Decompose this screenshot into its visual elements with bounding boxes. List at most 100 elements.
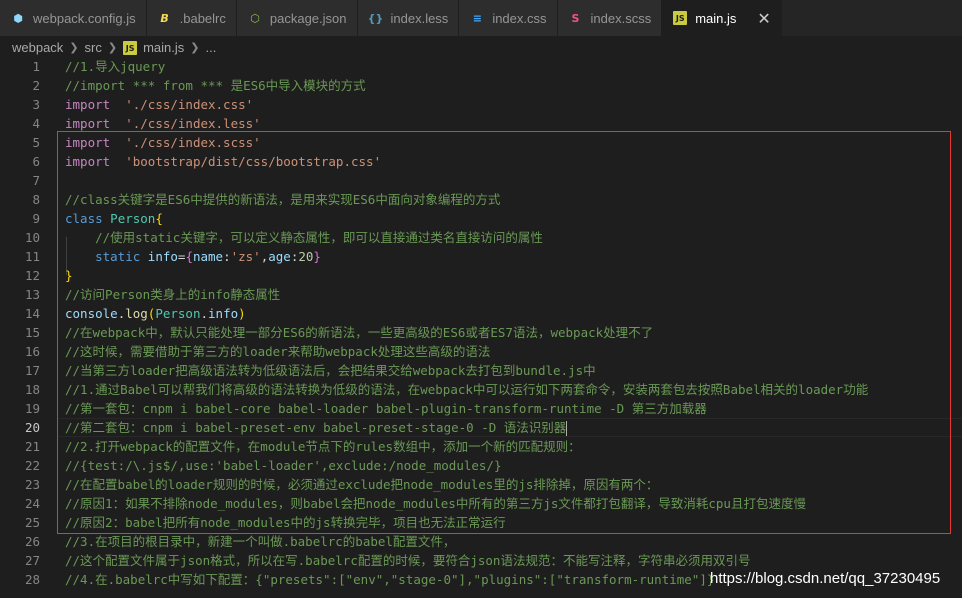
- code-line[interactable]: 8 //class关键字是ES6中提供的新语法，是用来实现ES6中面向对象编程的方…: [0, 190, 962, 209]
- code-line[interactable]: 1 //1.导入jquery: [0, 57, 962, 76]
- code-line[interactable]: 24 //原因1：如果不排除node_modules，则babel会把node_m…: [0, 494, 962, 513]
- code-line[interactable]: 11 static info={name:'zs',age:20}: [0, 247, 962, 266]
- tab-webpack-config-js[interactable]: ⬢ webpack.config.js: [0, 0, 147, 36]
- code-line[interactable]: 4 import './css/index.less': [0, 114, 962, 133]
- editor-tab-bar: ⬢ webpack.config.js B .babelrc ⬡ package.json…: [0, 0, 962, 36]
- code-line[interactable]: 12}: [0, 266, 962, 285]
- code-line[interactable]: 27 //这个配置文件属于json格式，所以在写.babelrc配置的时候，要符合…: [0, 551, 962, 570]
- code-text: console.log(Person.info): [65, 304, 246, 323]
- line-number: 5: [32, 135, 40, 150]
- code-line[interactable]: 19 //第一套包：cnpm i babel-core babel-loader …: [0, 399, 962, 418]
- line-number: 3: [32, 97, 40, 112]
- code-token: //原因2：babel把所有node_modules中的js转换完毕，项目也无法…: [65, 515, 506, 530]
- code-line[interactable]: 17 //当第三方loader把高级语法转为低级语法后，会把结果交给webpack…: [0, 361, 962, 380]
- line-number: 7: [32, 173, 40, 188]
- code-token: Person: [110, 211, 156, 226]
- code-text: //这个配置文件属于json格式，所以在写.babelrc配置的时候，要符合js…: [65, 551, 750, 570]
- code-line[interactable]: 2 //import *** from *** 是ES6中导入模块的方式: [0, 76, 962, 95]
- code-token: import: [65, 135, 111, 150]
- line-number: 25: [24, 515, 40, 530]
- breadcrumb: webpack ❯ src ❯ JS main.js ❯...: [0, 36, 962, 58]
- line-number: 27: [24, 553, 40, 568]
- tab-package-json[interactable]: ⬡ package.json: [236, 0, 358, 36]
- code-token: import: [65, 154, 111, 169]
- code-text: //3.在项目的根目录中，新建一个叫做.babelrc的babel配置文件，: [65, 532, 455, 551]
- code-line[interactable]: 14 console.log(Person.info): [0, 304, 962, 323]
- breadcrumb-ellipsis[interactable]: ...: [206, 40, 217, 55]
- code-token: {: [155, 211, 163, 226]
- line-number: 12: [24, 268, 40, 283]
- code-line[interactable]: 5 import './css/index.scss': [0, 133, 962, 152]
- line-number: 16: [24, 344, 40, 359]
- code-line[interactable]: 7: [0, 171, 962, 190]
- code-token: //在配置babel的loader规则的时候，必须通过exclude把node_…: [65, 477, 659, 492]
- tab-index-scss[interactable]: Sindex.scss: [557, 0, 663, 36]
- code-line[interactable]: 9 class Person{: [0, 209, 962, 228]
- line-number: 24: [24, 496, 40, 511]
- js-icon: JS: [123, 39, 138, 56]
- code-text: //访问Person类身上的info静态属性: [65, 285, 280, 304]
- code-token: //import *** from *** 是ES6中导入模块的方式: [65, 78, 366, 93]
- code-line[interactable]: 13 //访问Person类身上的info静态属性: [0, 285, 962, 304]
- code-token: //使用static关键字，可以定义静态属性，即可以直接通过类名直接访问的属性: [95, 230, 543, 245]
- code-token: //这时候，需要借助于第三方的loader来帮助webpack处理这些高级的语法: [65, 344, 491, 359]
- breadcrumb-item[interactable]: src: [85, 40, 102, 55]
- code-line[interactable]: 3 import './css/index.css': [0, 95, 962, 114]
- tab-label: webpack.config.js: [33, 10, 136, 26]
- code-token: //3.在项目的根目录中，新建一个叫做.babelrc的babel配置文件，: [65, 534, 456, 549]
- breadcrumb-file[interactable]: main.js: [143, 40, 184, 55]
- code-token: 20: [298, 249, 314, 264]
- code-token: console: [65, 306, 118, 321]
- code-line[interactable]: 6 import 'bootstrap/dist/css/bootstrap.cs…: [0, 152, 962, 171]
- tab-label: index.css: [492, 10, 547, 26]
- babel-icon: B: [160, 11, 169, 25]
- line-number: 6: [32, 154, 40, 169]
- code-editor[interactable]: 1 //1.导入jquery 2 //import *** from *** 是ES6…: [0, 58, 962, 598]
- breadcrumb-item[interactable]: webpack: [12, 40, 63, 55]
- code-text: //class关键字是ES6中提供的新语法，是用来实现ES6中面向对象编程的方式: [65, 190, 500, 209]
- line-number: 26: [24, 534, 40, 549]
- line-number: 28: [24, 572, 40, 587]
- line-number: 2: [32, 78, 40, 93]
- code-line[interactable]: 22 //{test:/\.js$/,use:'babel-loader',exc…: [0, 456, 962, 475]
- code-line[interactable]: 26 //3.在项目的根目录中，新建一个叫做.babelrc的babel配置文件，: [0, 532, 962, 551]
- code-line[interactable]: 15 //在webpack中，默认只能处理一部分ES6的新语法，一些更高级的ES6…: [0, 323, 962, 342]
- tab-label: index.scss: [590, 10, 652, 26]
- code-token: './css/index.less': [125, 116, 261, 131]
- code-token: //1.通过Babel可以帮我们将高级的语法转换为低级的语法，在webpack中…: [65, 382, 869, 397]
- line-number: 10: [24, 230, 40, 245]
- line-number: 9: [32, 211, 40, 226]
- sass-icon: S: [571, 11, 580, 25]
- code-token: static: [95, 249, 141, 264]
- code-text: class Person{: [65, 209, 163, 228]
- tab-main-js[interactable]: JS main.js ✕: [662, 0, 782, 36]
- code-line[interactable]: 25 //原因2：babel把所有node_modules中的js转换完毕，项目也…: [0, 513, 962, 532]
- line-number: 11: [24, 249, 40, 264]
- code-line[interactable]: 21 //2.打开webpack的配置文件，在module节点下的rules数组中…: [0, 437, 962, 456]
- code-token: //在webpack中，默认只能处理一部分ES6的新语法，一些更高级的ES6或者…: [65, 325, 654, 340]
- code-line[interactable]: 18 //1.通过Babel可以帮我们将高级的语法转换为低级的语法，在webpac…: [0, 380, 962, 399]
- text-cursor: [566, 421, 568, 436]
- code-line[interactable]: 10 //使用static关键字，可以定义静态属性，即可以直接通过类名直接访问的…: [0, 228, 962, 247]
- code-token: //class关键字是ES6中提供的新语法，是用来实现ES6中面向对象编程的方式: [65, 192, 501, 207]
- line-number: 23: [24, 477, 40, 492]
- code-text: //原因1：如果不排除node_modules，则babel会把node_mod…: [65, 494, 806, 513]
- line-number: 20: [24, 420, 40, 435]
- chevron-right-icon: ❯: [190, 40, 200, 54]
- code-line[interactable]: 20 //第二套包：cnpm i babel-preset-env babel-p…: [0, 418, 962, 437]
- close-icon[interactable]: ✕: [757, 9, 770, 28]
- line-number: 18: [24, 382, 40, 397]
- code-line[interactable]: 23 //在配置babel的loader规则的时候，必须通过exclude把nod…: [0, 475, 962, 494]
- code-token: //访问Person类身上的info静态属性: [65, 287, 281, 302]
- tab-babelrc[interactable]: B .babelrc: [146, 0, 237, 36]
- tab-index-css[interactable]: ≡ index.css: [459, 0, 558, 36]
- nodejs-icon: ⬡: [250, 11, 260, 25]
- code-token: import: [65, 97, 111, 112]
- code-text: //原因2：babel把所有node_modules中的js转换完毕，项目也无法…: [65, 513, 506, 532]
- code-line[interactable]: 16 //这时候，需要借助于第三方的loader来帮助webpack处理这些高级的…: [0, 342, 962, 361]
- tab-index-less[interactable]: {} index.less: [357, 0, 460, 36]
